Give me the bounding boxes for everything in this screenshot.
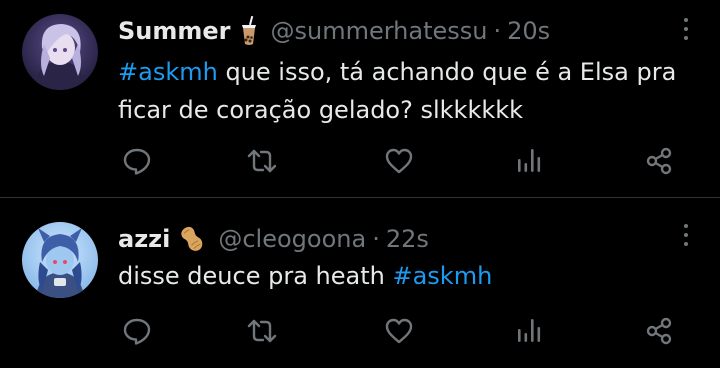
heart-icon[interactable]: [384, 316, 414, 346]
timestamp[interactable]: 20s: [507, 17, 550, 45]
display-name[interactable]: azzi: [118, 225, 170, 253]
separator: ·: [372, 225, 380, 253]
tweet-body: disse deuce pra heath: [118, 262, 393, 290]
tweet-text: disse deuce pra heath #askmh: [118, 257, 698, 295]
tweet-text: #askmh que isso, tá achando que é a Elsa…: [118, 53, 698, 129]
separator: ·: [493, 17, 502, 45]
tweet-actions: [118, 146, 698, 176]
avatar[interactable]: [22, 14, 98, 90]
display-name[interactable]: Summer: [118, 17, 231, 45]
tweet-actions: [118, 316, 698, 346]
user-handle[interactable]: @summerhatessu: [271, 17, 488, 45]
tweet-header: Summer @summerhatessu · 20s: [118, 13, 550, 49]
share-icon[interactable]: [644, 316, 674, 346]
user-handle[interactable]: @cleogoona: [218, 225, 366, 253]
reply-icon[interactable]: [122, 316, 152, 346]
heart-icon[interactable]: [384, 146, 414, 176]
reply-icon[interactable]: [122, 146, 152, 176]
tweet-header: azzi @cleogoona · 22s: [118, 221, 429, 257]
views-icon[interactable]: [514, 316, 544, 346]
peanut-icon: [178, 224, 206, 254]
tweet[interactable]: Summer @summerhatessu · 20s #askmh que i…: [0, 0, 720, 197]
views-icon[interactable]: [514, 146, 544, 176]
retweet-icon[interactable]: [247, 146, 277, 176]
more-options-icon[interactable]: [682, 18, 690, 44]
retweet-icon[interactable]: [247, 316, 277, 346]
hashtag-link[interactable]: #askmh: [392, 262, 492, 290]
hashtag-link[interactable]: #askmh: [118, 58, 218, 86]
share-icon[interactable]: [644, 146, 674, 176]
avatar[interactable]: [22, 222, 98, 298]
more-options-icon[interactable]: [682, 224, 690, 250]
bubble-tea-icon: [239, 15, 259, 46]
tweet[interactable]: azzi @cleogoona · 22s disse deuce pra he…: [0, 198, 720, 368]
timestamp[interactable]: 22s: [386, 225, 429, 253]
